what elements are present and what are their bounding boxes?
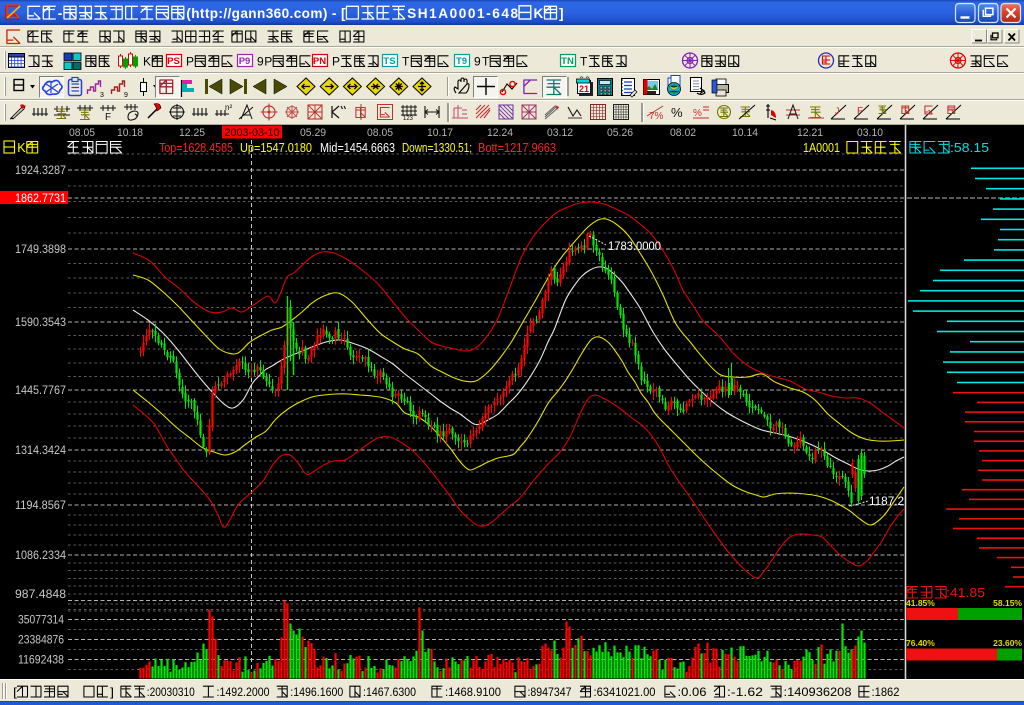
- svg-text:10.18: 10.18: [117, 127, 143, 139]
- svg-text:23384876: 23384876: [18, 633, 64, 647]
- svg-text::-1.62: :-1.62: [727, 685, 763, 699]
- svg-text:1862.7731: 1862.7731: [15, 191, 66, 205]
- svg-text:10.14: 10.14: [732, 127, 758, 139]
- svg-text:Down=1330.51;: Down=1330.51;: [402, 141, 472, 155]
- svg-text::6341021.00: :6341021.00: [594, 685, 656, 699]
- svg-text::1862: :1862: [872, 685, 900, 699]
- svg-text:1445.7767: 1445.7767: [15, 383, 66, 397]
- svg-text:03.10: 03.10: [857, 127, 883, 139]
- svg-text::1467.6300: :1467.6300: [363, 685, 416, 699]
- svg-text:%: %: [693, 108, 702, 119]
- svg-text:PN: PN: [313, 56, 326, 67]
- svg-text:K: K: [143, 55, 151, 69]
- svg-text:(http://gann360.com) - [: (http://gann360.com) - [: [186, 6, 346, 21]
- svg-text::58.15: :58.15: [950, 141, 989, 155]
- svg-text::20030310: :20030310: [147, 685, 195, 699]
- svg-text::1492.2000: :1492.2000: [217, 685, 270, 699]
- svg-text:1783.0000: 1783.0000: [608, 239, 661, 253]
- svg-text:35077314: 35077314: [18, 613, 64, 627]
- svg-text:05.26: 05.26: [607, 127, 633, 139]
- svg-text:08.05: 08.05: [69, 127, 95, 139]
- svg-text:SH1A0001-648: SH1A0001-648: [407, 6, 518, 21]
- svg-text:03.12: 03.12: [547, 127, 573, 139]
- svg-text:PS: PS: [167, 56, 180, 67]
- svg-text::8947347: :8947347: [528, 685, 572, 699]
- svg-text:23.60%: 23.60%: [993, 638, 1022, 648]
- svg-text:3: 3: [100, 92, 104, 99]
- svg-text:08.05: 08.05: [367, 127, 393, 139]
- svg-text:21: 21: [579, 84, 589, 94]
- svg-text:12.25: 12.25: [179, 127, 205, 139]
- svg-text:Mid=1454.6663: Mid=1454.6663: [320, 141, 395, 155]
- svg-text:T: T: [402, 55, 410, 69]
- svg-text:987.4848: 987.4848: [15, 587, 66, 601]
- svg-text::41.85: :41.85: [946, 586, 985, 600]
- svg-text:12.24: 12.24: [487, 127, 513, 139]
- svg-text:58.15%: 58.15%: [993, 598, 1022, 608]
- svg-text:1194.8567: 1194.8567: [15, 498, 66, 512]
- svg-text::140936208: :140936208: [784, 685, 852, 699]
- svg-text:1086.2334: 1086.2334: [15, 548, 66, 562]
- svg-text:P: P: [332, 55, 340, 69]
- svg-text::0.06: :0.06: [678, 685, 707, 699]
- svg-text:]: ]: [110, 685, 114, 699]
- svg-text:7%: 7%: [649, 111, 664, 122]
- svg-text:P9: P9: [239, 56, 251, 67]
- svg-text:Bott=1217.9663: Bott=1217.9663: [478, 141, 556, 155]
- svg-text:10.17: 10.17: [427, 127, 453, 139]
- svg-text:TS: TS: [383, 56, 395, 67]
- svg-text:05.29: 05.29: [300, 127, 326, 139]
- svg-text:123: 123: [403, 116, 414, 122]
- svg-text:12.21: 12.21: [797, 127, 823, 139]
- svg-text::1496.1600: :1496.1600: [290, 685, 343, 699]
- svg-text:K: K: [534, 6, 544, 21]
- svg-text:1924.3287: 1924.3287: [15, 163, 66, 177]
- svg-text:9: 9: [124, 92, 128, 99]
- svg-text:1749.3898: 1749.3898: [15, 242, 66, 256]
- svg-text:Up=1547.0180: Up=1547.0180: [240, 141, 312, 155]
- svg-text:]: ]: [559, 6, 564, 21]
- svg-text:08.02: 08.02: [670, 127, 696, 139]
- svg-text:%: %: [671, 105, 683, 120]
- svg-text:F: F: [105, 112, 111, 123]
- svg-text:K: K: [17, 141, 26, 155]
- svg-text:T9: T9: [456, 56, 467, 67]
- svg-text::1468.9100: :1468.9100: [445, 685, 501, 699]
- svg-text:P: P: [186, 55, 194, 69]
- svg-text:76.40%: 76.40%: [906, 638, 935, 648]
- svg-text:J: J: [835, 106, 840, 116]
- svg-text:TN: TN: [561, 56, 574, 67]
- svg-text:9T: 9T: [474, 55, 490, 69]
- svg-text:9P: 9P: [257, 55, 272, 69]
- svg-text:-: -: [58, 6, 63, 21]
- svg-text:1A0001: 1A0001: [803, 141, 840, 155]
- svg-text:F: F: [857, 106, 863, 117]
- svg-text:T: T: [580, 55, 588, 69]
- svg-text:1590.3543: 1590.3543: [15, 315, 66, 329]
- svg-text:41.85%: 41.85%: [906, 598, 935, 608]
- svg-text:n²: n²: [225, 103, 232, 112]
- svg-text:1314.3424: 1314.3424: [15, 443, 66, 457]
- svg-text:1187.2: 1187.2: [869, 494, 904, 508]
- svg-text:2003-03-10: 2003-03-10: [225, 127, 280, 139]
- svg-text:11692438: 11692438: [18, 653, 64, 667]
- svg-text:Top=1628.4585: Top=1628.4585: [159, 141, 233, 155]
